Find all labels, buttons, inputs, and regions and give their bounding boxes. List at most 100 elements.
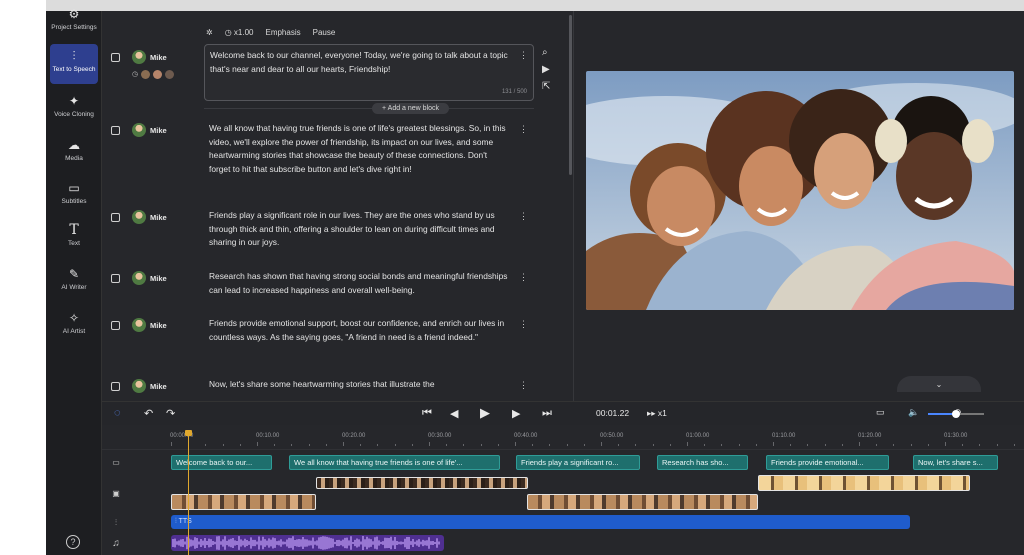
- block-text[interactable]: Welcome back to our channel, everyone! T…: [210, 49, 515, 76]
- video-clip[interactable]: [171, 494, 316, 510]
- time-tick: [325, 444, 327, 446]
- time-tick: [205, 444, 207, 446]
- time-tick: [549, 444, 551, 446]
- sidebar-item-label: Project Settings: [51, 24, 97, 31]
- sidebar-item-text[interactable]: T Text: [50, 223, 98, 253]
- subtitle-clip[interactable]: We all know that having true friends is …: [289, 455, 500, 470]
- pause-button[interactable]: Pause: [313, 28, 336, 37]
- magnet-icon[interactable]: ◌: [114, 407, 121, 419]
- time-tick-label: 00:30.00: [428, 433, 452, 439]
- subtitle-clip[interactable]: Now, let's share s...: [913, 455, 998, 470]
- play-button[interactable]: ▶: [480, 405, 490, 421]
- playhead-handle[interactable]: [185, 430, 192, 436]
- subtitle-clip[interactable]: Research has sho...: [657, 455, 748, 470]
- speed-value: x1: [657, 408, 667, 418]
- block-checkbox[interactable]: [111, 213, 120, 222]
- playhead[interactable]: [188, 431, 189, 555]
- sidebar-item-ai-writer[interactable]: ✎ AI Writer: [50, 267, 98, 297]
- voice-name[interactable]: Mike: [150, 126, 167, 135]
- video-clip[interactable]: [316, 477, 528, 489]
- time-tick: [222, 444, 224, 446]
- voice-avatar[interactable]: [153, 70, 163, 79]
- block-checkbox[interactable]: [111, 126, 120, 135]
- music-clip[interactable]: [171, 535, 444, 551]
- comment-icon[interactable]: ⌕: [542, 47, 550, 58]
- clock-icon[interactable]: ◷: [132, 70, 138, 79]
- time-tick: [411, 444, 413, 446]
- avatar: [132, 50, 146, 64]
- subtitle-clip[interactable]: Friends play a significant ro...: [516, 455, 640, 470]
- more-options-icon[interactable]: ⋮: [519, 272, 528, 283]
- redo-icon[interactable]: ↷: [166, 407, 175, 420]
- divider: [102, 449, 1024, 450]
- block-checkbox[interactable]: [111, 53, 120, 62]
- undo-icon[interactable]: ↶: [144, 407, 153, 420]
- voice-name[interactable]: Mike: [150, 274, 167, 283]
- sidebar-item-voice-cloning[interactable]: ✦ Voice Cloning: [50, 94, 98, 124]
- block-text[interactable]: Friends play a significant role in our l…: [209, 209, 509, 250]
- emphasis-button[interactable]: Emphasis: [265, 28, 300, 37]
- more-options-icon[interactable]: ⋮: [519, 319, 528, 330]
- voice-name[interactable]: Mike: [150, 321, 167, 330]
- zoom-slider-knob[interactable]: [952, 410, 960, 418]
- voice-avatar[interactable]: [141, 70, 151, 79]
- time-tick: [962, 444, 964, 446]
- block-text[interactable]: Now, let's share some heartwarming stori…: [209, 378, 509, 392]
- video-clip[interactable]: [758, 475, 970, 491]
- zoom-slider[interactable]: [928, 410, 984, 418]
- step-back-icon[interactable]: ◀: [450, 407, 458, 420]
- block-text[interactable]: Friends provide emotional support, boost…: [209, 317, 509, 344]
- sidebar-item-text-to-speech[interactable]: ⫶ Text to Speech: [50, 44, 98, 84]
- time-tick: [927, 444, 929, 446]
- time-tick: [669, 444, 671, 446]
- upload-cloud-icon: ☁: [68, 138, 80, 152]
- speed-control[interactable]: ◷ x1.00: [225, 28, 254, 37]
- export-icon[interactable]: ⇱: [542, 81, 550, 92]
- video-clip[interactable]: [527, 494, 758, 510]
- magic-wand-icon: ✧: [68, 311, 80, 325]
- block-checkbox[interactable]: [111, 382, 120, 391]
- sidebar-item-media[interactable]: ☁ Media: [50, 138, 98, 168]
- time-tick: [652, 444, 654, 446]
- help-icon[interactable]: ?: [66, 535, 80, 549]
- more-options-icon[interactable]: ⋮: [519, 50, 528, 61]
- playback-speed[interactable]: ▸▸ x1: [647, 408, 667, 419]
- voice-effects-icon[interactable]: ✲: [206, 28, 213, 37]
- speed-value: x1.00: [233, 28, 254, 37]
- voice-name[interactable]: Mike: [150, 53, 167, 62]
- time-tick: [979, 444, 981, 446]
- subtitle-clip[interactable]: Welcome back to our...: [171, 455, 272, 470]
- volume-icon[interactable]: 🔈: [908, 407, 919, 418]
- script-scrollbar[interactable]: [569, 15, 572, 175]
- step-forward-icon[interactable]: ▶: [512, 407, 520, 420]
- block-text-editor[interactable]: Welcome back to our channel, everyone! T…: [204, 44, 534, 101]
- time-tick: [601, 442, 602, 446]
- play-icon[interactable]: ▶: [542, 64, 550, 75]
- sidebar-item-project-settings[interactable]: ⚙ Project Settings: [50, 7, 98, 39]
- block-text[interactable]: Research has shown that having strong so…: [209, 270, 509, 297]
- sidebar-item-ai-artist[interactable]: ✧ AI Artist: [50, 311, 98, 341]
- more-options-icon[interactable]: ⋮: [519, 380, 528, 391]
- block-checkbox[interactable]: [111, 321, 120, 330]
- subtitles-track-icon: ▭: [112, 458, 120, 467]
- tts-clip[interactable]: ⫶ TTS: [171, 515, 910, 529]
- add-block-button[interactable]: + Add a new block: [372, 103, 450, 114]
- skip-end-icon[interactable]: ⏭: [542, 407, 552, 420]
- skip-start-icon[interactable]: ⏮: [422, 407, 432, 420]
- block-checkbox[interactable]: [111, 274, 120, 283]
- more-options-icon[interactable]: ⋮: [519, 211, 528, 222]
- time-tick: [480, 444, 482, 446]
- voice-name[interactable]: Mike: [150, 382, 167, 391]
- voice-name[interactable]: Mike: [150, 213, 167, 222]
- time-ruler[interactable]: 00:00.00 00:10.00 00:20.00 00:30.00 00:40.00…: [102, 425, 1024, 447]
- sidebar-item-subtitles[interactable]: ▭ Subtitles: [50, 181, 98, 211]
- subtitles-toggle-icon[interactable]: ▭: [876, 407, 885, 418]
- block-text[interactable]: We all know that having true friends is …: [209, 122, 509, 176]
- voice-avatar[interactable]: [165, 70, 175, 79]
- avatar: [132, 271, 146, 285]
- collapse-panel-button[interactable]: ⌄: [897, 376, 981, 392]
- video-preview: ⌄: [574, 11, 1024, 401]
- time-tick: [687, 442, 688, 446]
- more-options-icon[interactable]: ⋮: [519, 124, 528, 135]
- subtitle-clip[interactable]: Friends provide emotional...: [766, 455, 889, 470]
